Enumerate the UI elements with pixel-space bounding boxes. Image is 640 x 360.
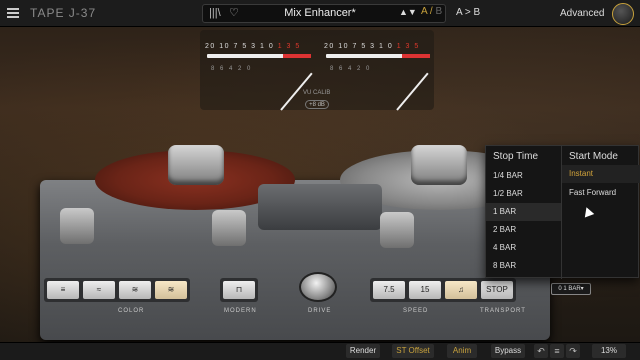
stop-time-item[interactable]: 2 BAR <box>486 221 561 239</box>
color-button-3[interactable]: ≋ <box>119 281 151 299</box>
vu-sub-scale-right: 8 6 4 2 0 <box>330 66 372 72</box>
right-reel-hub <box>411 145 467 185</box>
vu-bar-right <box>326 54 430 58</box>
modern-button-row: ⊓ <box>220 278 258 302</box>
output-knob[interactable] <box>612 3 634 25</box>
stop-time-item[interactable]: 8 BAR <box>486 257 561 275</box>
vu-tick-label: 10 <box>219 43 234 50</box>
vu-tick-label: 5 <box>414 43 420 50</box>
music-note-icon[interactable]: ♫ <box>445 281 477 299</box>
ab-copy-button[interactable]: A > B <box>456 7 480 18</box>
vu-bar-left <box>207 54 311 58</box>
modern-label: MODERN <box>224 308 257 314</box>
anim-button[interactable]: Anim <box>447 344 477 358</box>
vu-tick-label: 1 <box>277 43 287 50</box>
vu-tick-label: 7 <box>352 43 362 50</box>
color-button-1[interactable]: ≡ <box>47 281 79 299</box>
vu-calib-label: VU CALIB <box>303 90 331 96</box>
stop-button[interactable]: STOP <box>481 281 513 299</box>
right-capstan <box>380 212 414 248</box>
product-title: TAPE J-37 <box>30 6 97 20</box>
vu-tick-label: 3 <box>370 43 379 50</box>
vu-tick-label: 3 <box>251 43 260 50</box>
left-reel-hub <box>168 145 224 185</box>
stop-time-item[interactable]: 1/4 BAR <box>486 167 561 185</box>
start-mode-item-selected[interactable]: Instant <box>562 165 640 183</box>
speed-transport-row: 7.5 15 ♫ STOP <box>370 278 516 302</box>
start-mode-column: Start Mode Instant Fast Forward <box>561 146 640 279</box>
menu-icon[interactable] <box>7 8 19 18</box>
library-icon[interactable]: |||\ <box>209 7 221 19</box>
preset-nav-arrows[interactable]: ▲▼ <box>399 7 417 17</box>
vu-tick-label: 20 <box>205 43 220 50</box>
st-offset-button[interactable]: ST Offset <box>392 344 434 358</box>
bypass-button[interactable]: Bypass <box>491 344 525 358</box>
stop-time-item-selected[interactable]: 1 BAR <box>486 203 561 221</box>
speed-15-button[interactable]: 15 <box>409 281 441 299</box>
redo-icon[interactable]: ↷ <box>566 344 580 358</box>
speed-label: SPEED <box>403 308 429 314</box>
vu-tick-label: 20 <box>324 43 339 50</box>
left-guide-roller <box>60 208 94 244</box>
stop-time-item[interactable]: 1/2 BAR <box>486 185 561 203</box>
vu-sub-scale-left: 8 6 4 2 0 <box>211 66 253 72</box>
vu-tick-label: 0 <box>268 43 278 50</box>
color-button-row: ≡ ≈ ≋ ≋ <box>44 278 190 302</box>
left-capstan <box>212 210 246 246</box>
vu-tick-label: 0 <box>387 43 397 50</box>
vu-tick-label: 5 <box>242 43 252 50</box>
vu-tick-label: 1 <box>260 43 269 50</box>
bars-display[interactable]: 0 1 BAR▾ <box>551 283 591 295</box>
color-button-2[interactable]: ≈ <box>83 281 115 299</box>
stop-time-column: Stop Time 1/4 BAR 1/2 BAR 1 BAR 2 BAR 4 … <box>486 146 561 279</box>
color-button-4[interactable]: ≋ <box>155 281 187 299</box>
modern-button[interactable]: ⊓ <box>223 281 255 299</box>
render-button[interactable]: Render <box>346 344 380 358</box>
tape-head-assembly <box>258 184 382 230</box>
drive-label: DRIVE <box>308 308 332 314</box>
ab-a-button[interactable]: A <box>421 6 427 17</box>
vu-tick-label: 5 <box>295 43 301 50</box>
vu-calib-button[interactable]: +8 dB <box>305 100 329 109</box>
vu-tick-label: 10 <box>338 43 353 50</box>
transport-label: TRANSPORT <box>480 308 526 314</box>
ab-b-button[interactable]: B <box>435 6 442 17</box>
vu-tick-label: 7 <box>233 43 243 50</box>
start-mode-item[interactable]: Fast Forward <box>562 184 640 202</box>
transport-dropdown: Stop Time 1/4 BAR 1/2 BAR 1 BAR 2 BAR 4 … <box>485 145 640 279</box>
vu-tick-label: 1 <box>379 43 388 50</box>
vu-tick-label: 5 <box>361 43 371 50</box>
vu-meter-right: 20 10 7 5 3 1 0 1 3 5 8 6 4 2 0 <box>324 43 432 83</box>
speed-7-5-button[interactable]: 7.5 <box>373 281 405 299</box>
stop-time-header: Stop Time <box>493 151 539 162</box>
vu-scale-right: 20 10 7 5 3 1 0 1 3 5 <box>324 43 420 50</box>
ab-compare[interactable]: A / B <box>421 6 442 17</box>
vu-tick-label: 1 <box>396 43 406 50</box>
advanced-toggle[interactable]: Advanced <box>560 8 604 19</box>
start-mode-header: Start Mode <box>569 151 618 162</box>
vu-meter-left: 20 10 7 5 3 1 0 1 3 5 8 6 4 2 0 <box>205 43 313 83</box>
heart-icon[interactable]: ♡ <box>229 6 239 19</box>
color-label: COLOR <box>118 308 145 314</box>
vu-scale-left: 20 10 7 5 3 1 0 1 3 5 <box>205 43 301 50</box>
preset-name[interactable]: Mix Enhancer* <box>260 7 380 19</box>
zoom-level[interactable]: 13% <box>592 344 626 358</box>
stop-time-item[interactable]: 4 BAR <box>486 239 561 257</box>
drive-knob[interactable] <box>299 272 337 302</box>
undo-icon[interactable]: ↶ <box>534 344 548 358</box>
history-icon[interactable]: ≡ <box>550 344 564 358</box>
